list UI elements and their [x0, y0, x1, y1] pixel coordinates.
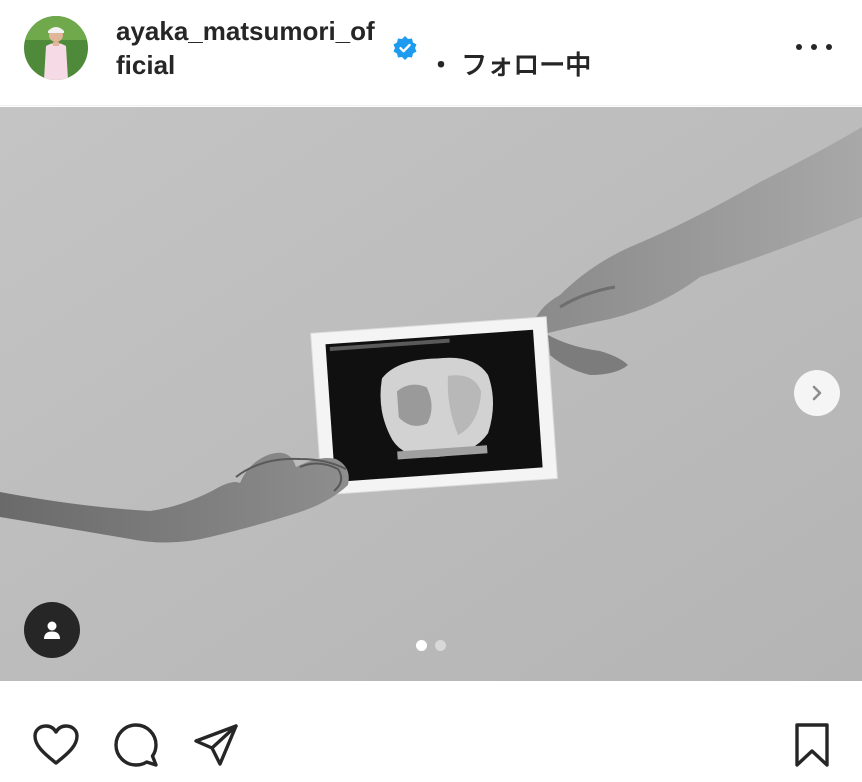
dot	[811, 44, 817, 50]
avatar-image	[24, 16, 88, 80]
dot	[796, 44, 802, 50]
post-photo	[0, 107, 862, 681]
bookmark-icon	[795, 723, 829, 767]
username-link[interactable]: ayaka_matsumori_official	[116, 14, 380, 82]
user-tag-icon	[44, 621, 60, 639]
post-actions	[0, 682, 862, 782]
profile-avatar[interactable]	[24, 16, 88, 80]
share-button[interactable]	[191, 720, 241, 770]
post-media[interactable]	[0, 107, 862, 681]
carousel-dot	[435, 640, 446, 651]
verified-badge-icon	[393, 36, 417, 60]
comment-icon	[114, 723, 158, 767]
like-button[interactable]	[31, 720, 81, 770]
chevron-right-icon	[812, 385, 822, 401]
carousel-dot-active	[416, 640, 427, 651]
heart-icon	[33, 724, 79, 765]
comment-button[interactable]	[111, 720, 161, 770]
more-options-icon[interactable]	[796, 34, 832, 60]
carousel-indicator	[0, 640, 862, 652]
dot	[826, 44, 832, 50]
share-icon	[194, 724, 238, 766]
carousel-next-button[interactable]	[794, 370, 840, 416]
post-header: ayaka_matsumori_official ・ フォロー中	[0, 0, 862, 106]
save-button[interactable]	[787, 720, 837, 770]
following-button[interactable]: ・ フォロー中	[428, 48, 591, 82]
